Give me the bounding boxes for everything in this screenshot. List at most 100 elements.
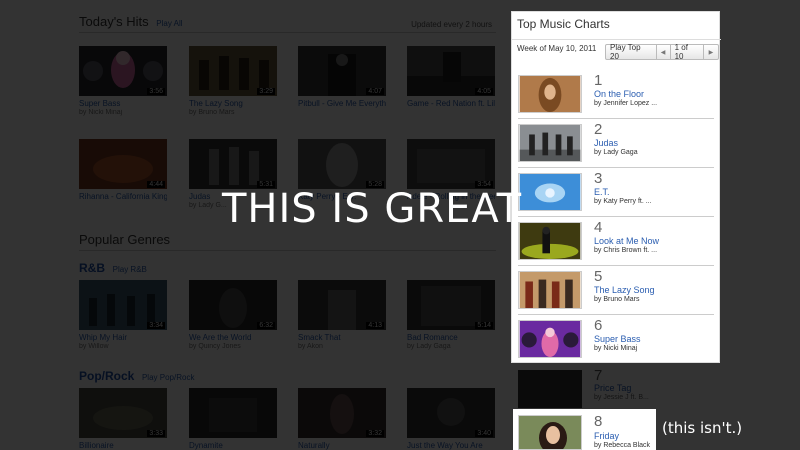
video-thumbnail[interactable]: 3:33 xyxy=(79,388,167,438)
chart-song[interactable]: Super Bass xyxy=(594,334,641,344)
chart-entry-thumbnail[interactable] xyxy=(518,124,582,162)
slide-caption: THIS IS GREAT. xyxy=(222,186,532,232)
video-tile[interactable]: 4:05 Game - Red Nation ft. Lil W... xyxy=(407,46,495,109)
video-thumbnail[interactable]: 4:13 xyxy=(298,280,386,330)
video-tile[interactable]: 6:32 We Are the World by Quincy Jones xyxy=(189,280,277,351)
video-artist[interactable]: by Willow xyxy=(79,343,167,351)
video-tile[interactable]: 3:33 Billionaire xyxy=(79,388,167,450)
play-genre-link[interactable]: Play R&B xyxy=(113,265,147,274)
video-tile[interactable]: 5:14 Bad Romance by Lady Gaga xyxy=(407,280,495,351)
chart-artist[interactable]: by Nicki Minaj xyxy=(594,345,637,352)
chart-song[interactable]: Judas xyxy=(594,138,618,148)
video-tile[interactable]: 3:56 Super Bass by Nicki Minaj xyxy=(79,46,167,117)
video-title[interactable]: Super Bass xyxy=(79,99,167,109)
video-title[interactable]: Dynamite xyxy=(189,441,277,450)
video-title[interactable]: Pitbull - Give Me Everythin... xyxy=(298,99,386,109)
video-artist[interactable]: by Quincy Jones xyxy=(189,343,277,351)
prev-page-icon[interactable]: ◀ xyxy=(657,45,671,59)
video-title[interactable]: Billionaire xyxy=(79,441,167,450)
video-title[interactable]: The Lazy Song xyxy=(189,99,277,109)
video-title[interactable]: We Are the World xyxy=(189,333,277,343)
chart-artist[interactable]: by Bruno Mars xyxy=(594,296,640,303)
video-thumbnail[interactable]: 5:28 xyxy=(298,139,386,189)
genre-header-pop-rock: Pop/Rock Play Pop/Rock xyxy=(79,368,194,383)
video-tile[interactable]: 3:40 Just the Way You Are xyxy=(407,388,495,450)
slide-aside: (this isn't.) xyxy=(662,419,743,437)
chart-artist[interactable]: by Katy Perry ft. ... xyxy=(594,198,652,205)
chart-entry-thumbnail[interactable] xyxy=(518,320,582,358)
chart-artist[interactable]: by Rebecca Black xyxy=(594,442,650,449)
todays-hits-title: Today's Hits xyxy=(79,14,149,29)
play-top-button[interactable]: Play Top 20 xyxy=(606,43,657,61)
chart-entry-thumbnail[interactable] xyxy=(518,271,582,309)
video-thumbnail[interactable]: 3:54 xyxy=(407,139,495,189)
video-tile[interactable]: 4:13 Smack That by Akon xyxy=(298,280,386,351)
video-title[interactable]: Smack That xyxy=(298,333,386,343)
divider xyxy=(79,32,496,33)
chart-entry[interactable]: 2 Judas by Lady Gaga xyxy=(518,121,714,165)
video-title[interactable]: Whip My Hair xyxy=(79,333,167,343)
genre-name[interactable]: R&B xyxy=(79,261,105,275)
popular-genres-title: Popular Genres xyxy=(79,232,171,247)
chart-entry-thumbnail[interactable] xyxy=(518,75,582,113)
video-artist[interactable]: by Nicki Minaj xyxy=(79,109,167,117)
video-tile[interactable]: 3:34 Whip My Hair by Willow xyxy=(79,280,167,351)
divider xyxy=(518,265,714,266)
video-artist[interactable]: by Bruno Mars xyxy=(189,109,277,117)
chart-entry-thumbnail[interactable] xyxy=(518,370,582,408)
video-thumbnail[interactable]: 5:14 xyxy=(407,280,495,330)
chart-entry[interactable]: 1 On the Floor by Jennifer Lopez ... xyxy=(518,72,714,116)
chart-song[interactable]: Look at Me Now xyxy=(594,236,659,246)
chart-artist[interactable]: by Jessie J ft. B... xyxy=(594,394,649,401)
video-thumbnail[interactable] xyxy=(189,388,277,438)
video-thumbnail[interactable]: 4:44 xyxy=(79,139,167,189)
video-thumbnail[interactable]: 3:32 xyxy=(298,388,386,438)
video-title[interactable]: Bad Romance xyxy=(407,333,495,343)
video-thumbnail[interactable]: 3:40 xyxy=(407,388,495,438)
genre-name[interactable]: Pop/Rock xyxy=(79,369,134,383)
video-thumbnail[interactable]: 3:29 xyxy=(189,46,277,96)
chart-artist[interactable]: by Lady Gaga xyxy=(594,149,638,156)
duration: 5:14 xyxy=(475,322,493,329)
duration: 4:13 xyxy=(366,322,384,329)
divider xyxy=(79,250,496,251)
chart-rank: 5 xyxy=(594,268,603,285)
chart-entry[interactable]: 6 Super Bass by Nicki Minaj xyxy=(518,317,714,361)
updated-note: Updated every 2 hours xyxy=(411,20,492,29)
chart-song[interactable]: E.T. xyxy=(594,187,610,197)
video-thumbnail[interactable]: 6:32 xyxy=(189,280,277,330)
next-page-icon[interactable]: ▶ xyxy=(704,45,718,59)
chart-entry[interactable]: 5 The Lazy Song by Bruno Mars xyxy=(518,268,714,312)
chart-artist[interactable]: by Chris Brown ft. ... xyxy=(594,247,657,254)
video-tile[interactable]: 3:29 The Lazy Song by Bruno Mars xyxy=(189,46,277,117)
chart-song[interactable]: On the Floor xyxy=(594,89,644,99)
video-tile[interactable]: 3:32 Naturally xyxy=(298,388,386,450)
chart-entry[interactable]: 7 Price Tag by Jessie J ft. B... xyxy=(518,367,658,410)
video-title[interactable]: Naturally xyxy=(298,441,386,450)
chart-song[interactable]: Friday xyxy=(594,431,619,441)
chart-song[interactable]: Price Tag xyxy=(594,383,631,393)
play-genre-link[interactable]: Play Pop/Rock xyxy=(142,373,194,382)
video-title[interactable]: Rihanna - California King Bed xyxy=(79,192,167,202)
video-thumbnail[interactable]: 3:34 xyxy=(79,280,167,330)
chart-artist[interactable]: by Jennifer Lopez ... xyxy=(594,100,657,107)
chart-entry[interactable]: 4 Look at Me Now by Chris Brown ft. ... xyxy=(518,219,714,263)
chart-entry[interactable]: 8 Friday by Rebecca Black xyxy=(513,409,656,450)
video-thumbnail[interactable]: 4:07 xyxy=(298,46,386,96)
play-all-link[interactable]: Play All xyxy=(156,19,182,28)
genre-header-rnb: R&B Play R&B xyxy=(79,260,147,275)
duration: 3:40 xyxy=(475,430,493,437)
video-thumbnail[interactable]: 4:05 xyxy=(407,46,495,96)
video-title[interactable]: Just the Way You Are xyxy=(407,441,495,450)
chart-entry-thumbnail[interactable] xyxy=(518,415,582,450)
video-tile[interactable]: 4:07 Pitbull - Give Me Everythin... xyxy=(298,46,386,109)
video-title[interactable]: Game - Red Nation ft. Lil W... xyxy=(407,99,495,109)
chart-song[interactable]: The Lazy Song xyxy=(594,285,655,295)
video-artist[interactable]: by Akon xyxy=(298,343,386,351)
chart-entry[interactable]: 3 E.T. by Katy Perry ft. ... xyxy=(518,170,714,214)
video-thumbnail[interactable]: 3:56 xyxy=(79,46,167,96)
video-tile[interactable]: 4:44 Rihanna - California King Bed xyxy=(79,139,167,202)
video-tile[interactable]: Dynamite xyxy=(189,388,277,450)
video-thumbnail[interactable]: 5:31 xyxy=(189,139,277,189)
video-artist[interactable]: by Lady Gaga xyxy=(407,343,495,351)
